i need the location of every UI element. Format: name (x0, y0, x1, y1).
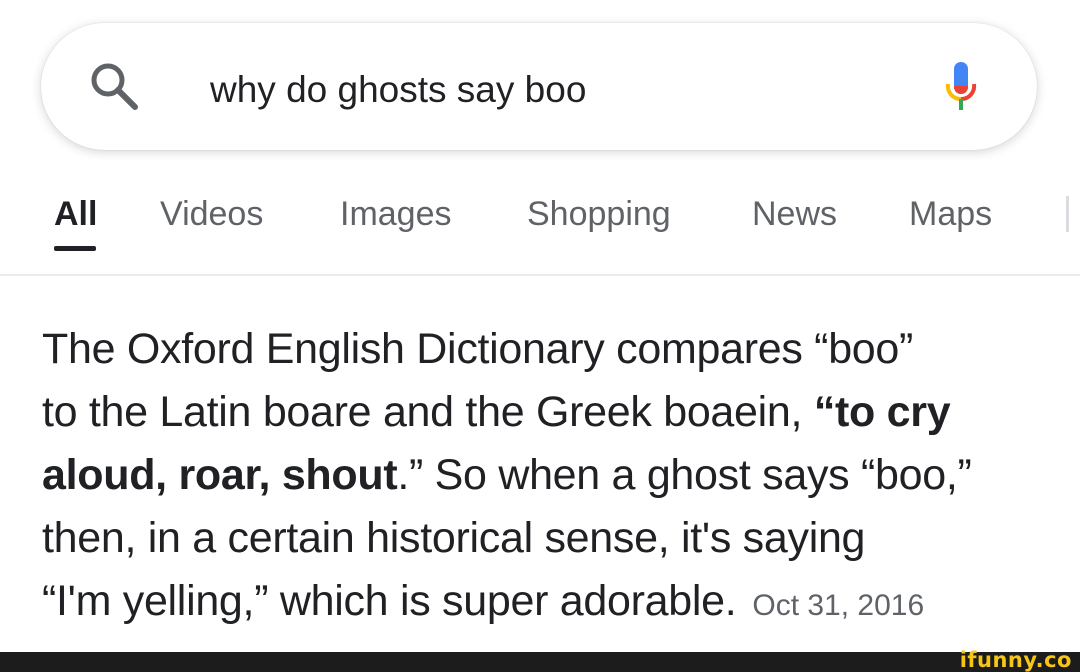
search-icon[interactable] (88, 60, 142, 114)
snippet-line: The Oxford English Dictionary compares “… (42, 325, 914, 373)
snippet-emphasis: aloud, roar, shout (42, 451, 398, 499)
snippet-line: aloud, roar, shout.” So when a ghost say… (42, 444, 1052, 507)
snippet-text: .” So when a ghost says “boo,” (397, 451, 972, 499)
snippet-line: “I'm yelling,” which is super adorable. O… (42, 570, 1052, 637)
tab-videos[interactable]: Videos (160, 192, 263, 236)
tab-overflow-indicator (1066, 196, 1069, 232)
snippet-line: then, in a certain historical sense, it'… (42, 514, 866, 562)
tab-news[interactable]: News (752, 192, 837, 236)
tab-all[interactable]: All (54, 192, 97, 236)
tabs-divider (0, 274, 1080, 276)
snippet-text: to the Latin boare and the Greek boaein, (42, 388, 814, 436)
snippet-line: to the Latin boare and the Greek boaein,… (42, 381, 1052, 444)
search-input[interactable]: why do ghosts say boo (210, 66, 586, 114)
microphone-icon[interactable] (944, 60, 978, 114)
snippet-text: “I'm yelling,” which is super adorable. (42, 577, 737, 625)
tab-shopping[interactable]: Shopping (527, 192, 671, 236)
ifunny-watermark: ifunny.co (959, 648, 1072, 672)
watermark-bar: ifunny.co (0, 648, 1080, 672)
search-tabs: All Videos Images Shopping News Maps (0, 192, 1080, 238)
tab-maps[interactable]: Maps (909, 192, 992, 236)
snippet-date: Oct 31, 2016 (752, 589, 925, 622)
snippet-emphasis: “to cry (813, 388, 951, 436)
featured-snippet: The Oxford English Dictionary compares “… (42, 318, 1052, 637)
active-tab-indicator (54, 246, 96, 251)
tab-images[interactable]: Images (340, 192, 452, 236)
